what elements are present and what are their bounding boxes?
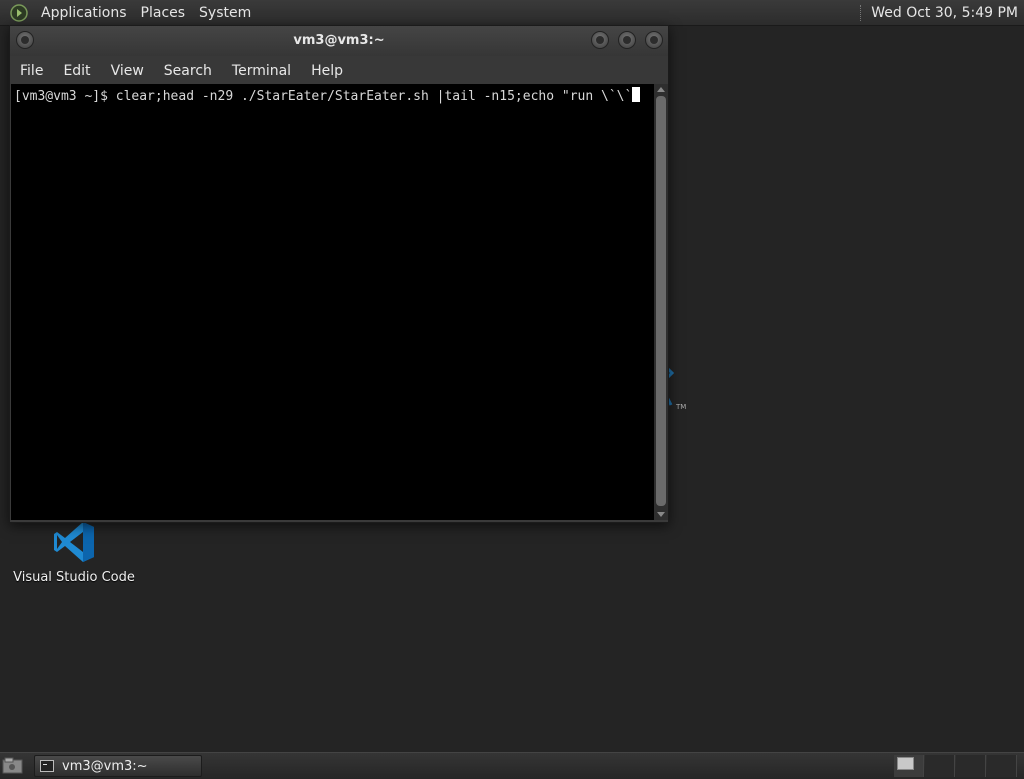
gnome-foot-icon[interactable]	[9, 3, 29, 23]
vscode-icon	[54, 522, 94, 562]
terminal-scrollbar[interactable]	[654, 84, 668, 520]
top-panel: Applications Places System Wed Oct 30, 5…	[0, 0, 1024, 26]
clock[interactable]: Wed Oct 30, 5:49 PM	[871, 5, 1024, 21]
workspace-1[interactable]	[894, 755, 924, 777]
bottom-panel: vm3@vm3:~	[0, 752, 1024, 779]
vscode-launcher[interactable]: Visual Studio Code	[12, 520, 136, 585]
scroll-down-arrow[interactable]	[657, 512, 665, 517]
applications-menu[interactable]: Applications	[34, 5, 134, 21]
workspace-4[interactable]	[987, 755, 1017, 777]
command-line: [vm3@vm3 ~]$ clear;head -n29 ./StarEater…	[14, 87, 641, 104]
workspace-2[interactable]	[925, 755, 955, 777]
taskbar-item-terminal[interactable]: vm3@vm3:~	[34, 755, 202, 777]
text-cursor	[632, 87, 641, 102]
system-menu[interactable]: System	[192, 5, 258, 21]
terminal-output[interactable]: [vm3@vm3 ~]$ clear;head -n29 ./StarEater…	[11, 84, 654, 520]
scrollbar-thumb[interactable]	[656, 96, 666, 506]
scroll-up-arrow[interactable]	[657, 87, 665, 92]
panel-separator	[860, 4, 863, 21]
window-title: vm3@vm3:~	[293, 33, 385, 48]
command-text: clear;head -n29 ./StarEater/StarEater.sh…	[115, 89, 633, 104]
workspace-window-preview	[897, 757, 914, 770]
terminal-icon	[40, 760, 54, 772]
menu-edit[interactable]: Edit	[53, 63, 100, 79]
menu-search[interactable]: Search	[154, 63, 222, 79]
workspace-3[interactable]	[956, 755, 986, 777]
shell-prompt: [vm3@vm3 ~]$	[14, 89, 116, 104]
close-button[interactable]	[645, 31, 663, 49]
menu-file[interactable]: File	[10, 63, 53, 79]
terminal-menubar: File Edit View Search Terminal Help	[10, 56, 668, 86]
window-titlebar[interactable]: vm3@vm3:~	[10, 26, 668, 56]
places-menu[interactable]: Places	[134, 5, 193, 21]
menu-terminal[interactable]: Terminal	[222, 63, 301, 79]
maximize-button[interactable]	[618, 31, 636, 49]
menu-view[interactable]: View	[101, 63, 154, 79]
show-desktop-icon[interactable]	[2, 757, 24, 775]
menu-help[interactable]: Help	[301, 63, 353, 79]
vscode-launcher-label: Visual Studio Code	[13, 570, 135, 585]
taskbar-item-label: vm3@vm3:~	[62, 758, 148, 774]
minimize-button[interactable]	[591, 31, 609, 49]
terminal-window: vm3@vm3:~ File Edit View Search Terminal…	[9, 25, 669, 523]
svg-text:TM: TM	[675, 403, 686, 411]
